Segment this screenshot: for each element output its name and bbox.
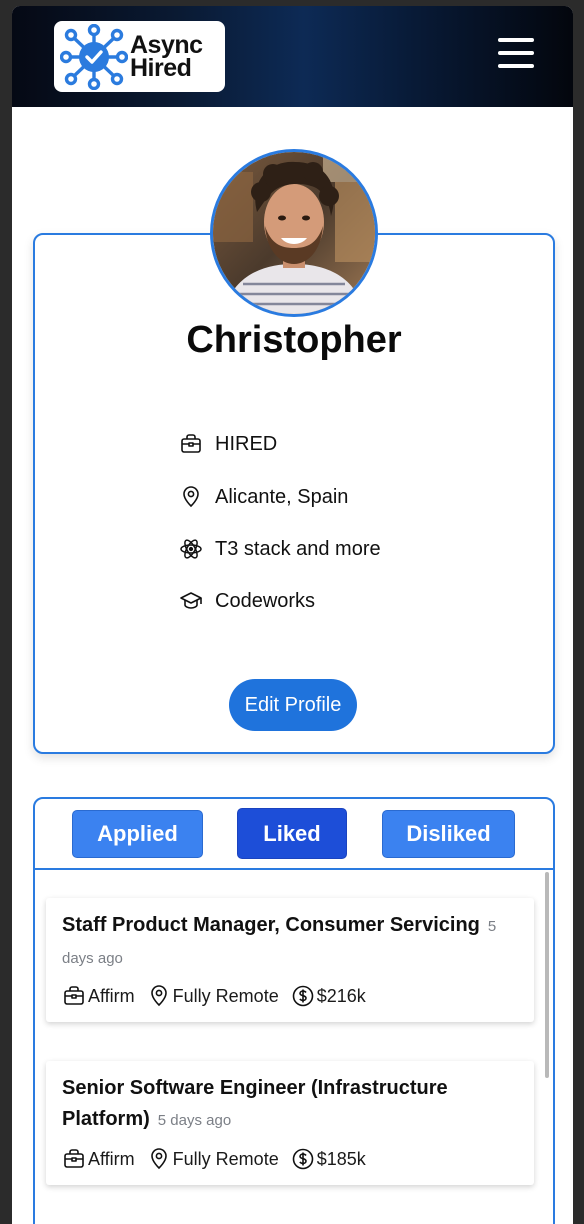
tabs-divider xyxy=(33,868,555,870)
job-meta: Affirm Fully Remote $216k xyxy=(62,984,378,1008)
company-text: Affirm xyxy=(88,985,135,1006)
job-location: Fully Remote xyxy=(147,984,279,1008)
job-card[interactable]: Staff Product Manager, Consumer Servicin… xyxy=(46,898,534,1022)
job-salary: $216k xyxy=(291,984,366,1008)
salary-text: $216k xyxy=(316,985,366,1006)
edit-profile-button[interactable]: Edit Profile xyxy=(229,679,357,731)
status-text: HIRED xyxy=(215,432,278,455)
tab-liked[interactable]: Liked xyxy=(237,808,347,859)
tab-applied[interactable]: Applied xyxy=(72,810,203,858)
location-text: Fully Remote xyxy=(172,985,279,1006)
job-meta: Affirm Fully Remote $185k xyxy=(62,1147,378,1171)
education-row: Codeworks xyxy=(178,586,315,616)
education-text: Codeworks xyxy=(215,589,316,612)
map-pin-icon xyxy=(150,985,167,1007)
status-row: HIRED xyxy=(178,429,277,459)
location-row: Alicante, Spain xyxy=(178,482,348,512)
logo-text: Async Hired xyxy=(130,32,203,82)
logo-line-2: Hired xyxy=(130,53,192,82)
job-title[interactable]: Staff Product Manager, Consumer Servicin… xyxy=(62,910,522,974)
job-title[interactable]: Senior Software Engineer (Infrastructure… xyxy=(62,1073,522,1136)
map-pin-icon xyxy=(150,1148,167,1170)
job-location: Fully Remote xyxy=(147,1147,279,1171)
map-pin-icon xyxy=(178,484,204,510)
scrollbar[interactable] xyxy=(545,872,549,1078)
hamburger-menu-icon[interactable] xyxy=(498,38,534,68)
avatar-photo xyxy=(213,152,375,314)
job-salary: $185k xyxy=(291,1147,366,1171)
profile-name: Christopher xyxy=(186,319,402,361)
logo[interactable]: Async Hired xyxy=(54,21,225,92)
salary-text: $185k xyxy=(316,1148,366,1169)
location-text: Fully Remote xyxy=(172,1148,279,1169)
job-company: Affirm xyxy=(62,1147,135,1171)
menu-bar xyxy=(498,51,534,55)
stack-text: T3 stack and more xyxy=(215,537,381,560)
menu-bar xyxy=(498,64,534,68)
menu-bar xyxy=(498,38,534,42)
job-title-text: Staff Product Manager, Consumer Servicin… xyxy=(62,914,480,936)
top-navbar: Async Hired xyxy=(12,6,573,107)
atom-icon xyxy=(178,536,204,562)
briefcase-icon xyxy=(178,431,204,457)
briefcase-icon xyxy=(64,1149,84,1168)
dollar-circle-icon xyxy=(292,1148,314,1170)
location-text: Alicante, Spain xyxy=(215,485,349,508)
company-text: Affirm xyxy=(88,1148,135,1169)
job-title-text: Senior Software Engineer (Infrastructure… xyxy=(62,1077,448,1130)
tab-disliked[interactable]: Disliked xyxy=(382,810,515,858)
briefcase-icon xyxy=(64,986,84,1005)
network-logo-icon xyxy=(60,23,128,90)
app-window: Async Hired Christopher HIRED Alicante, … xyxy=(12,6,573,1224)
job-posted-time: 5 days ago xyxy=(157,1112,232,1129)
graduation-cap-icon xyxy=(178,588,204,614)
stack-row: T3 stack and more xyxy=(178,534,381,564)
avatar xyxy=(210,149,378,317)
job-card[interactable]: Senior Software Engineer (Infrastructure… xyxy=(46,1061,534,1185)
job-company: Affirm xyxy=(62,984,135,1008)
dollar-circle-icon xyxy=(292,985,314,1007)
